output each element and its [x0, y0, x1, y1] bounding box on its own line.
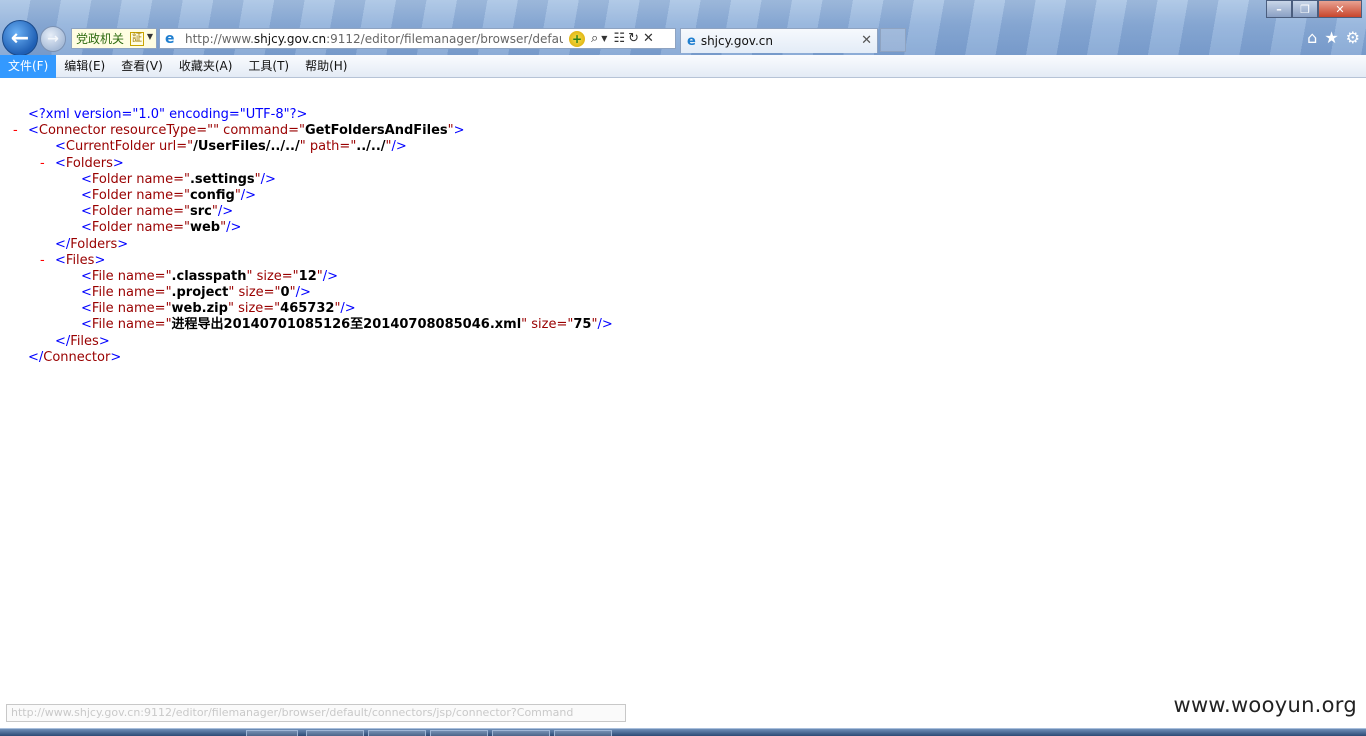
taskbar: [0, 728, 1366, 736]
url-path: :9112/editor/filemanager/browser/default: [326, 31, 563, 46]
file-entry: <File name=".project" size="0"/>: [81, 285, 311, 300]
connector-tag-name: Connector: [38, 123, 106, 138]
url-input[interactable]: http://www.shjcy.gov.cn:9112/editor/file…: [185, 32, 563, 46]
folders-tag-name: Folders: [65, 156, 113, 171]
files-close-tag-name: Files: [70, 334, 99, 349]
file-name: .project: [171, 285, 229, 300]
page-icon[interactable]: ☷: [613, 31, 625, 47]
url-domain: shjcy.gov.cn: [253, 31, 327, 46]
zone-label: 党政机关: [76, 32, 125, 46]
folders-close-tag-name: Folders: [70, 237, 118, 252]
stop-icon[interactable]: ✕: [643, 31, 654, 47]
search-icon[interactable]: ⌕: [591, 31, 598, 47]
chevron-down-icon[interactable]: ▼: [601, 31, 607, 47]
menu-favorites[interactable]: 收藏夹(A): [171, 55, 241, 78]
window-controls: – ❐ ✕: [1266, 0, 1362, 18]
file-size: 0: [280, 285, 290, 300]
folder-entry: <Folder name="config"/>: [81, 188, 257, 203]
files-open-tag: <Files>: [55, 253, 106, 268]
file-entry: <File name="web.zip" size="465732"/>: [81, 301, 356, 316]
folders-close-tag: </Folders>: [55, 237, 129, 252]
xml-document: <?xml version="1.0" encoding="UTF-8"?> -…: [0, 79, 1366, 706]
folder-name: web: [189, 220, 221, 235]
folder-name: config: [189, 188, 235, 203]
command-icons: ⌂ ★ ⚙: [1307, 29, 1360, 47]
compatibility-view-icon[interactable]: +: [569, 30, 585, 47]
file-size: 75: [573, 317, 592, 332]
home-icon[interactable]: ⌂: [1307, 29, 1317, 47]
ie-page-icon: e: [165, 30, 175, 47]
tab-shjcy[interactable]: e shjcy.gov.cn ✕: [680, 28, 878, 53]
menu-bar: 文件(F) 编辑(E) 查看(V) 收藏夹(A) 工具(T) 帮助(H): [0, 54, 1366, 78]
certificate-icon: 証: [130, 31, 145, 46]
refresh-icon[interactable]: ↻: [628, 31, 639, 47]
connector-open-tag: <Connector resourceType="" command="GetF…: [28, 123, 465, 138]
star-icon[interactable]: ★: [1324, 29, 1338, 47]
files-tag-name: Files: [65, 253, 95, 268]
xml-declaration: <?xml version="1.0" encoding="UTF-8"?>: [28, 107, 308, 122]
file-size: 465732: [280, 301, 335, 316]
url-prefix: http://www.: [185, 31, 254, 46]
menu-view[interactable]: 查看(V): [113, 55, 171, 78]
current-folder-tag-name: CurrentFolder: [65, 139, 155, 154]
watermark: www.wooyun.org: [1173, 693, 1357, 717]
folder-entry: <Folder name=".settings"/>: [81, 172, 276, 187]
file-size: 12: [298, 269, 317, 284]
current-folder-url: /UserFiles/../../: [193, 139, 300, 154]
current-folder-path: ../../: [356, 139, 386, 154]
collapse-toggle-files[interactable]: -: [40, 253, 45, 269]
current-folder-tag: <CurrentFolder url="/UserFiles/../../" p…: [55, 139, 407, 154]
folder-entry: <Folder name="src"/>: [81, 204, 234, 219]
file-entry: <File name="进程导出20140701085126至201407080…: [81, 317, 613, 332]
taskbar-button[interactable]: [430, 730, 488, 736]
ie-tab-icon: e: [687, 33, 696, 49]
taskbar-button[interactable]: [246, 730, 298, 736]
chevron-down-icon: ▼: [146, 32, 153, 41]
new-tab-button[interactable]: [880, 28, 906, 52]
files-close-tag: </Files>: [55, 334, 110, 349]
address-bar[interactable]: e http://www.shjcy.gov.cn:9112/editor/fi…: [159, 28, 676, 49]
zone-dropdown[interactable]: 党政机关 証 ▼: [71, 28, 157, 49]
collapse-toggle-connector[interactable]: -: [13, 123, 18, 139]
forward-button[interactable]: →: [40, 26, 66, 52]
close-window-button[interactable]: ✕: [1318, 0, 1362, 18]
tab-close-icon[interactable]: ✕: [861, 33, 872, 48]
browser-titlebar: ← → 党政机关 証 ▼ e http://www.shjcy.gov.cn:9…: [0, 0, 1366, 55]
taskbar-button[interactable]: [306, 730, 364, 736]
back-button[interactable]: ←: [2, 20, 38, 55]
connector-close-tag: </Connector>: [28, 350, 122, 365]
file-name: 进程导出20140701085126至20140708085046.xml: [171, 317, 522, 332]
folder-name: src: [189, 204, 212, 219]
connector-close-tag-name: Connector: [43, 350, 111, 365]
collapse-toggle-folders[interactable]: -: [40, 156, 45, 172]
back-arrow-icon: ←: [10, 25, 30, 51]
connector-command: GetFoldersAndFiles: [304, 123, 448, 138]
restore-button[interactable]: ❐: [1292, 0, 1318, 18]
menu-tools[interactable]: 工具(T): [240, 55, 297, 78]
folders-open-tag: <Folders>: [55, 156, 124, 171]
gear-icon[interactable]: ⚙: [1346, 29, 1360, 47]
taskbar-button[interactable]: [492, 730, 550, 736]
folder-name: .settings: [189, 172, 255, 187]
minimize-button[interactable]: –: [1266, 0, 1292, 18]
taskbar-button[interactable]: [368, 730, 426, 736]
menu-file[interactable]: 文件(F): [0, 54, 57, 78]
status-bar-url: http://www.shjcy.gov.cn:9112/editor/file…: [6, 704, 626, 722]
folder-entry: <Folder name="web"/>: [81, 220, 242, 235]
menu-help[interactable]: 帮助(H): [297, 55, 355, 78]
taskbar-button[interactable]: [554, 730, 612, 736]
menu-edit[interactable]: 编辑(E): [56, 55, 113, 78]
file-name: .classpath: [171, 269, 247, 284]
forward-arrow-icon: →: [47, 31, 59, 47]
file-entry: <File name=".classpath" size="12"/>: [81, 269, 339, 284]
file-name: web.zip: [171, 301, 228, 316]
tab-title: shjcy.gov.cn: [700, 34, 773, 48]
